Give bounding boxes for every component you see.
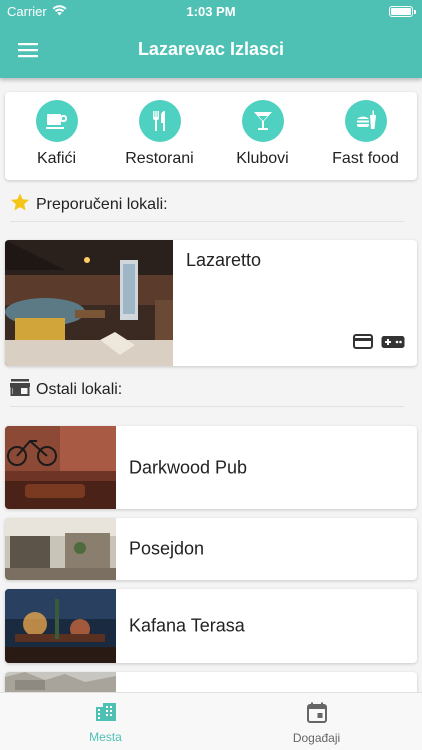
featured-venue-card[interactable]: Lazaretto [5,240,417,366]
venue-name: Darkwood Pub [129,457,248,477]
category-label: Fast food [332,150,399,167]
category-label: Kafići [36,150,77,167]
store-icon [10,378,30,401]
app-header: Carrier 1:03 PM Lazarevac Izlasci [0,0,422,78]
battery-icon [389,6,416,17]
others-section-header: Ostali lokali: [10,373,404,407]
venue-list-item[interactable]: Kafana Terasa [5,589,417,663]
featured-section-header: Preporučeni lokali: [10,188,404,222]
venue-photo [5,672,116,692]
section-title: Preporučeni lokali: [36,195,168,213]
venue-list-item[interactable] [5,672,417,692]
status-time: 1:03 PM [186,4,236,19]
tab-mesta[interactable]: Mesta [0,693,211,750]
page-title: Lazarevac Izlasci [137,39,285,59]
cocktail-glass-icon [241,100,284,142]
category-fast-food[interactable]: Fast food [314,92,417,180]
venue-name: Posejdon [129,538,205,559]
venue-photo [5,589,116,663]
fork-knife-icon [138,100,181,142]
venue-list-item[interactable]: Darkwood Pub [5,426,417,509]
section-title: Ostali lokali: [36,380,123,398]
category-restorani[interactable]: Restorani [108,92,211,180]
venue-feature-icons [353,334,405,354]
category-bar: Kafići Restorani Klubovi Fast food [5,92,417,180]
venue-name: Lazaretto [186,250,262,270]
venue-list-item[interactable]: Posejdon [5,518,417,580]
venue-photo [5,518,116,580]
gamepad-icon [381,335,405,354]
star-icon [10,193,30,217]
tab-dogadjaji[interactable]: Događaji [211,693,422,750]
category-label: Klubovi [236,150,289,167]
main-content[interactable]: Kafići Restorani Klubovi Fast food Prepo… [0,78,422,692]
status-bar: Carrier 1:03 PM [0,0,422,22]
credit-card-icon [353,334,373,354]
bottom-tab-bar: Mesta Događaji [0,692,422,750]
venue-name: Kafana Terasa [129,615,245,636]
city-buildings-icon [95,702,117,727]
fastfood-icon [344,100,387,142]
tab-label: Mesta [89,730,122,744]
category-label: Restorani [125,150,194,167]
venue-photo [5,426,116,509]
venue-photo [5,240,173,366]
tab-label: Događaji [292,731,341,745]
coffee-cup-icon [35,100,78,142]
category-kafici[interactable]: Kafići [5,92,108,180]
calendar-icon [306,702,327,728]
category-klubovi[interactable]: Klubovi [211,92,314,180]
app-bar: Lazarevac Izlasci [0,22,422,78]
